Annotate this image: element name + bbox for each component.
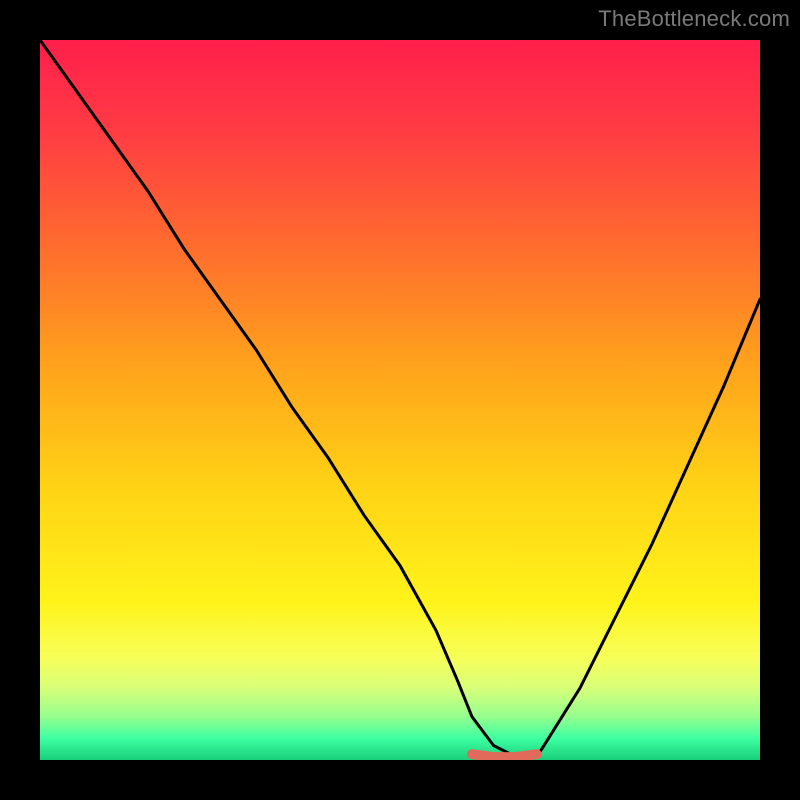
chart-svg <box>40 40 760 760</box>
plot-area <box>40 40 760 760</box>
optimal-range-marker <box>472 754 537 757</box>
gradient-background <box>40 40 760 760</box>
watermark-text: TheBottleneck.com <box>598 6 790 32</box>
chart-frame: TheBottleneck.com <box>0 0 800 800</box>
